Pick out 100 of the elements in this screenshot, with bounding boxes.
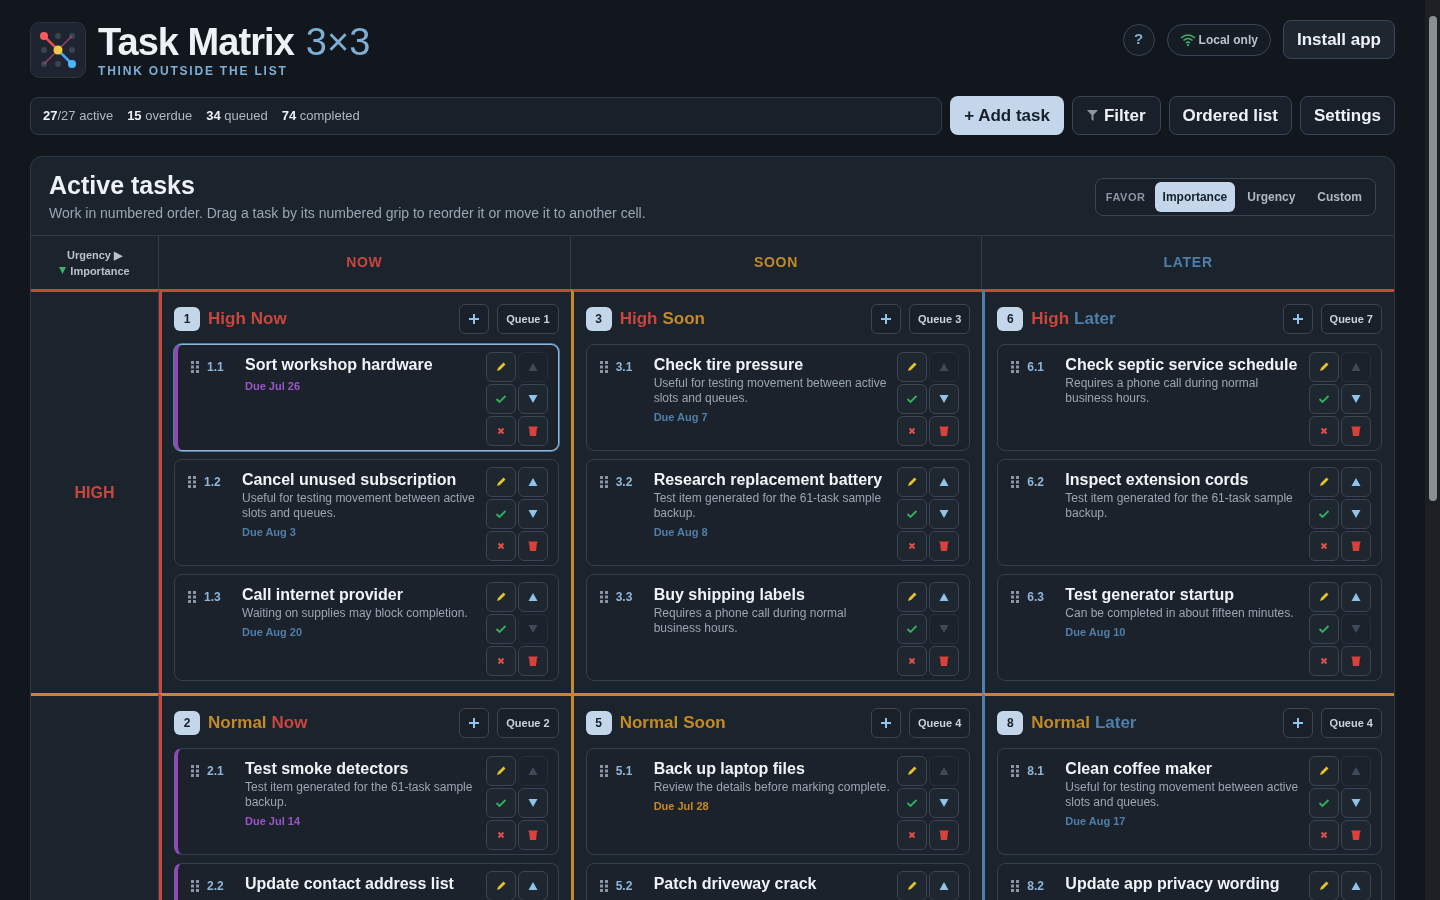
add-button[interactable] [870,708,901,738]
grip-handle[interactable] [191,880,199,892]
up-triangle-icon [938,361,951,373]
cancel-button[interactable] [1309,531,1339,561]
queue-button[interactable]: Queue 4 [908,708,971,738]
move-up-button[interactable] [517,467,548,497]
delete-button[interactable] [1341,820,1371,850]
move-up-button[interactable] [517,871,548,900]
edit-button[interactable] [897,582,928,612]
move-up-button[interactable] [929,467,960,497]
queue-button[interactable]: Queue 2 [497,708,559,738]
delete-button[interactable] [517,531,548,561]
grip-handle[interactable] [188,591,196,603]
move-up-button[interactable] [517,582,548,612]
delete-button[interactable] [1341,416,1371,446]
cancel-button[interactable] [485,820,516,850]
grip-handle[interactable] [1011,765,1020,777]
move-up-button[interactable] [929,871,960,900]
grip-handle[interactable] [1011,591,1020,603]
grip-handle[interactable] [599,476,608,488]
edit-button[interactable] [1309,756,1339,786]
grip-handle[interactable] [1011,361,1020,373]
cancel-button[interactable] [485,531,516,561]
delete-button[interactable] [1341,531,1371,561]
cancel-button[interactable] [897,416,928,446]
grip-handle[interactable] [599,765,608,777]
move-up-button[interactable] [1341,871,1371,900]
edit-button[interactable] [1309,582,1339,612]
install-button[interactable]: Install app [1282,20,1395,59]
add-button[interactable] [459,304,490,334]
move-down-button[interactable] [929,499,960,529]
edit-button[interactable] [897,756,928,786]
delete-button[interactable] [929,531,960,561]
add-task-button[interactable]: + Add task [950,96,1064,135]
queue-button[interactable]: Queue 4 [1320,708,1382,738]
cancel-button[interactable] [485,416,516,446]
edit-button[interactable] [897,352,928,382]
edit-button[interactable] [485,871,516,900]
grip-handle[interactable] [191,765,199,777]
cancel-button[interactable] [485,646,516,676]
grip-handle[interactable] [188,476,196,488]
delete-button[interactable] [517,416,548,446]
move-down-button[interactable] [1341,788,1371,818]
task-title: Clean coffee maker [1065,759,1214,779]
move-down-button[interactable] [517,499,548,529]
toolbar-button[interactable]: Ordered list [1168,96,1292,135]
queue-button[interactable]: Queue 7 [1320,304,1382,334]
plus-icon [468,717,481,729]
edit-button[interactable] [897,467,928,497]
delete-button[interactable] [929,820,960,850]
add-button[interactable] [459,708,490,738]
move-down-button[interactable] [517,384,548,414]
cancel-button[interactable] [897,646,928,676]
move-down-button[interactable] [517,788,548,818]
queue-button[interactable]: Queue 1 [497,304,559,334]
grip-handle[interactable] [1011,476,1020,488]
edit-button[interactable] [485,582,516,612]
scrollbar[interactable] [1425,0,1440,900]
trash-icon [526,425,539,437]
grip-handle[interactable] [599,880,608,892]
move-up-button[interactable] [929,582,960,612]
cancel-button[interactable] [1309,416,1339,446]
toolbar-button[interactable]: Settings [1299,96,1395,135]
favor-option[interactable]: Urgency [1237,182,1306,212]
cancel-button[interactable] [1309,646,1339,676]
grip-handle[interactable] [599,591,608,603]
delete-button[interactable] [1341,646,1371,676]
favor-option[interactable]: Importance [1154,182,1236,212]
grip-handle[interactable] [599,361,608,373]
filter-button[interactable]: Filter [1071,96,1161,135]
cancel-button[interactable] [897,531,928,561]
trash-icon [526,655,539,667]
move-down-button[interactable] [929,788,960,818]
add-button[interactable] [1282,304,1313,334]
delete-button[interactable] [929,646,960,676]
help-button[interactable]: ? [1122,23,1155,56]
edit-button[interactable] [485,756,516,786]
edit-button[interactable] [897,871,928,900]
edit-button[interactable] [1309,467,1339,497]
move-down-button[interactable] [929,384,960,414]
move-down-button[interactable] [1341,499,1371,529]
delete-button[interactable] [517,820,548,850]
edit-button[interactable] [1309,871,1339,900]
move-up-button[interactable] [1341,582,1371,612]
move-up-button[interactable] [1341,467,1371,497]
queue-button[interactable]: Queue 3 [908,304,971,334]
edit-button[interactable] [485,352,516,382]
cancel-button[interactable] [1309,820,1339,850]
edit-button[interactable] [1309,352,1339,382]
stat-text: 34 queued [206,106,268,125]
favor-option[interactable]: Custom [1307,182,1372,212]
delete-button[interactable] [517,646,548,676]
grip-handle[interactable] [191,361,199,373]
add-button[interactable] [1282,708,1313,738]
delete-button[interactable] [929,416,960,446]
edit-button[interactable] [485,467,516,497]
move-down-button[interactable] [1341,384,1371,414]
grip-handle[interactable] [1011,880,1020,892]
cancel-button[interactable] [897,820,928,850]
add-button[interactable] [870,304,901,334]
